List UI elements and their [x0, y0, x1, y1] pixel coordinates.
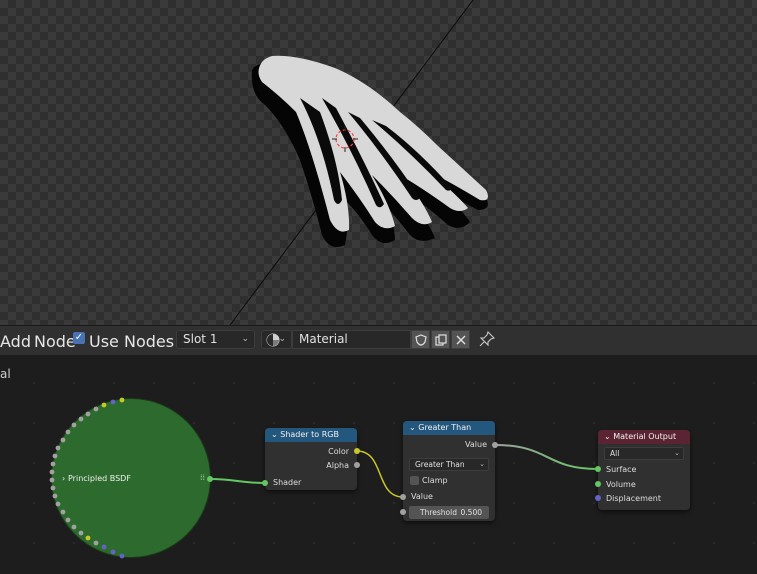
displacement-input-socket[interactable]	[595, 495, 601, 501]
surface-input-socket[interactable]	[595, 466, 601, 472]
shader-to-rgb-header[interactable]: ⌄ Shader to RGB	[265, 428, 357, 442]
shader-input-socket[interactable]	[262, 480, 268, 486]
socket[interactable]	[85, 411, 91, 417]
socket[interactable]	[52, 453, 58, 459]
value-input-socket[interactable]	[400, 494, 406, 500]
collapse-chevron-icon[interactable]: ⌄	[271, 430, 278, 439]
threshold-value: 0.500	[460, 508, 482, 517]
socket[interactable]	[119, 397, 125, 403]
operation-value: Greater Than	[415, 460, 465, 469]
bsdf-output-socket[interactable]	[207, 476, 213, 482]
greater-than-title: Greater Than	[418, 423, 472, 432]
greater-than-header[interactable]: ⌄ Greater Than	[403, 421, 495, 435]
socket[interactable]	[78, 416, 84, 422]
chevron-down-icon: ⌄	[674, 449, 680, 457]
surface-input-label: Surface	[606, 465, 637, 474]
collapse-chevron-icon[interactable]: ⌄	[409, 423, 416, 432]
socket[interactable]	[110, 399, 116, 405]
volume-input-socket[interactable]	[595, 481, 601, 487]
socket[interactable]	[55, 445, 61, 451]
output-target-value: All	[610, 449, 620, 458]
socket[interactable]	[93, 540, 99, 546]
socket[interactable]	[55, 501, 61, 507]
socket[interactable]	[85, 535, 91, 541]
socket[interactable]	[50, 485, 56, 491]
threshold-label: Threshold	[420, 508, 457, 517]
chevron-down-icon: ⌄	[479, 460, 485, 468]
collapse-chevron-icon[interactable]: ⌄	[604, 432, 611, 441]
alpha-output-label: Alpha	[326, 461, 349, 470]
value-output-label: Value	[465, 440, 487, 449]
shader-to-rgb-title: Shader to RGB	[280, 430, 339, 439]
threshold-field[interactable]: Threshold 0.500	[409, 506, 489, 519]
displacement-input-label: Displacement	[606, 494, 661, 503]
link-shader	[209, 478, 266, 484]
socket[interactable]	[78, 530, 84, 536]
socket[interactable]	[119, 553, 125, 559]
principled-input-sockets	[49, 397, 125, 559]
material-output-header[interactable]: ⌄ Material Output	[598, 430, 690, 444]
socket[interactable]	[60, 437, 66, 443]
color-output-socket[interactable]	[354, 448, 360, 454]
threshold-input-socket[interactable]	[400, 509, 406, 515]
value-output-socket[interactable]	[492, 442, 498, 448]
socket[interactable]	[52, 493, 58, 499]
socket[interactable]	[60, 509, 66, 515]
clamp-label: Clamp	[422, 476, 448, 485]
shader-to-rgb-node[interactable]: ⌄ Shader to RGB Color Alpha Shader	[265, 428, 357, 490]
socket[interactable]	[65, 517, 71, 523]
clamp-checkbox[interactable]	[410, 476, 419, 485]
socket[interactable]	[101, 544, 107, 550]
alpha-output-socket[interactable]	[354, 462, 360, 468]
volume-input-label: Volume	[606, 480, 636, 489]
hidden-sockets-icon: ⁞⁞	[200, 473, 206, 482]
socket[interactable]	[71, 422, 77, 428]
shader-input-label: Shader	[273, 478, 302, 487]
socket[interactable]	[49, 469, 55, 475]
socket[interactable]	[71, 524, 77, 530]
output-target-dropdown[interactable]: All ⌄	[604, 447, 684, 460]
socket[interactable]	[50, 461, 56, 467]
socket[interactable]	[110, 549, 116, 555]
socket[interactable]	[93, 406, 99, 412]
socket[interactable]	[49, 477, 55, 483]
socket[interactable]	[101, 402, 107, 408]
value-input-label: Value	[411, 492, 433, 501]
socket[interactable]	[65, 429, 71, 435]
greater-than-node[interactable]: ⌄ Greater Than Value Greater Than ⌄ Clam…	[403, 421, 495, 521]
link-color-value	[356, 450, 404, 498]
material-output-node[interactable]: ⌄ Material Output All ⌄ Surface Volume D…	[598, 430, 690, 510]
material-output-title: Material Output	[613, 432, 677, 441]
operation-dropdown[interactable]: Greater Than ⌄	[409, 458, 489, 471]
link-value-surface	[494, 444, 599, 470]
color-output-label: Color	[328, 447, 349, 456]
